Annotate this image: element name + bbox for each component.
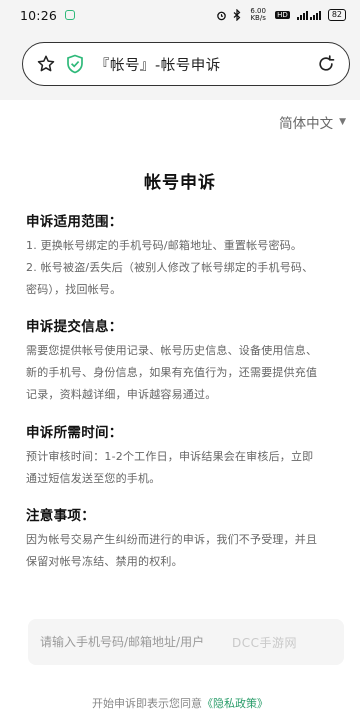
section-body: 预计审核时间：1-2个工作日，申诉结果会在审核后，立即 通过短信发送至您的手机。 bbox=[26, 446, 344, 490]
privacy-note-prefix: 开始申诉即表示您同意 bbox=[92, 697, 202, 710]
star-icon[interactable] bbox=[35, 53, 57, 75]
reload-icon[interactable] bbox=[315, 53, 337, 75]
section-line: 新的手机号、身份信息，如果有充值行为，还需要提供充值 bbox=[26, 366, 318, 379]
section-title: 申诉提交信息： bbox=[26, 319, 123, 335]
section-title: 申诉适用范围： bbox=[26, 214, 123, 230]
section-duration: 申诉所需时间： 预计审核时间：1-2个工作日，申诉结果会在审核后，立即 通过短信… bbox=[26, 424, 344, 490]
section-title: 申诉所需时间： bbox=[26, 425, 123, 441]
language-select[interactable]: 简体中文 ▼ bbox=[279, 112, 346, 132]
alarm-icon bbox=[216, 10, 227, 21]
secure-shield-icon[interactable] bbox=[65, 54, 85, 74]
section-line: 预计审核时间：1-2个工作日，申诉结果会在审核后，立即 bbox=[26, 450, 314, 463]
watermark-text: DCC手游网 bbox=[232, 636, 297, 650]
section-line: 需要您提供帐号使用记录、帐号历史信息、设备使用信息、 bbox=[26, 344, 318, 357]
signal-icon bbox=[296, 10, 322, 21]
page-title-in-address-bar: 『帐号』-帐号申诉 bbox=[95, 57, 221, 74]
privacy-policy-link[interactable]: 《隐私政策》 bbox=[202, 697, 268, 710]
browser-toolbar: 『帐号』-帐号申诉 bbox=[0, 30, 360, 100]
status-icons: 6.00 KB/s HD 82 bbox=[216, 8, 346, 22]
section-scope: 申诉适用范围： 1. 更换帐号绑定的手机号码/邮箱地址、重置帐号密码。 2. 帐… bbox=[26, 213, 344, 301]
page-heading: 帐号申诉 bbox=[144, 173, 216, 193]
section-body: 1. 更换帐号绑定的手机号码/邮箱地址、重置帐号密码。 2. 帐号被盗/丢失后（… bbox=[26, 235, 344, 301]
battery-icon: 82 bbox=[327, 9, 346, 21]
section-line: 记录，资料越详细，申诉越容易通过。 bbox=[26, 388, 217, 401]
caret-down-icon: ▼ bbox=[339, 117, 346, 127]
language-select-value: 简体中文 bbox=[279, 116, 334, 132]
privacy-note: 开始申诉即表示您同意《隐私政策》 bbox=[0, 695, 360, 711]
section-line: 1. 更换帐号绑定的手机号码/邮箱地址、重置帐号密码。 bbox=[26, 239, 303, 252]
net-speed: 6.00 KB/s bbox=[250, 7, 266, 22]
address-bar[interactable]: 『帐号』-帐号申诉 bbox=[22, 42, 350, 86]
app-notification-icon bbox=[65, 10, 76, 20]
section-required-info: 申诉提交信息： 需要您提供帐号使用记录、帐号历史信息、设备使用信息、 新的手机号… bbox=[26, 318, 344, 406]
section-body: 需要您提供帐号使用记录、帐号历史信息、设备使用信息、 新的手机号、身份信息，如果… bbox=[26, 340, 344, 406]
section-notes: 注意事项： 因为帐号交易产生纠纷而进行的申诉，我们不予受理，并且 保留对帐号冻结… bbox=[26, 507, 344, 573]
section-line: 2. 帐号被盗/丢失后（被别人修改了帐号绑定的手机号码、 bbox=[26, 261, 314, 274]
hd-badge: HD bbox=[275, 11, 290, 19]
section-line: 保留对帐号冻结、禁用的权利。 bbox=[26, 555, 183, 568]
section-line: 通过短信发送至您的手机。 bbox=[26, 472, 161, 485]
section-line: 因为帐号交易产生纠纷而进行的申诉，我们不予受理，并且 bbox=[26, 533, 318, 546]
status-time: 10:26 bbox=[20, 7, 58, 23]
bluetooth-icon bbox=[233, 9, 241, 21]
section-title: 注意事项： bbox=[26, 508, 95, 524]
section-line: 密码），找回帐号。 bbox=[26, 283, 122, 296]
status-bar: 10:26 6.00 KB/s HD 82 bbox=[0, 0, 360, 30]
section-body: 因为帐号交易产生纠纷而进行的申诉，我们不予受理，并且 保留对帐号冻结、禁用的权利… bbox=[26, 529, 344, 573]
